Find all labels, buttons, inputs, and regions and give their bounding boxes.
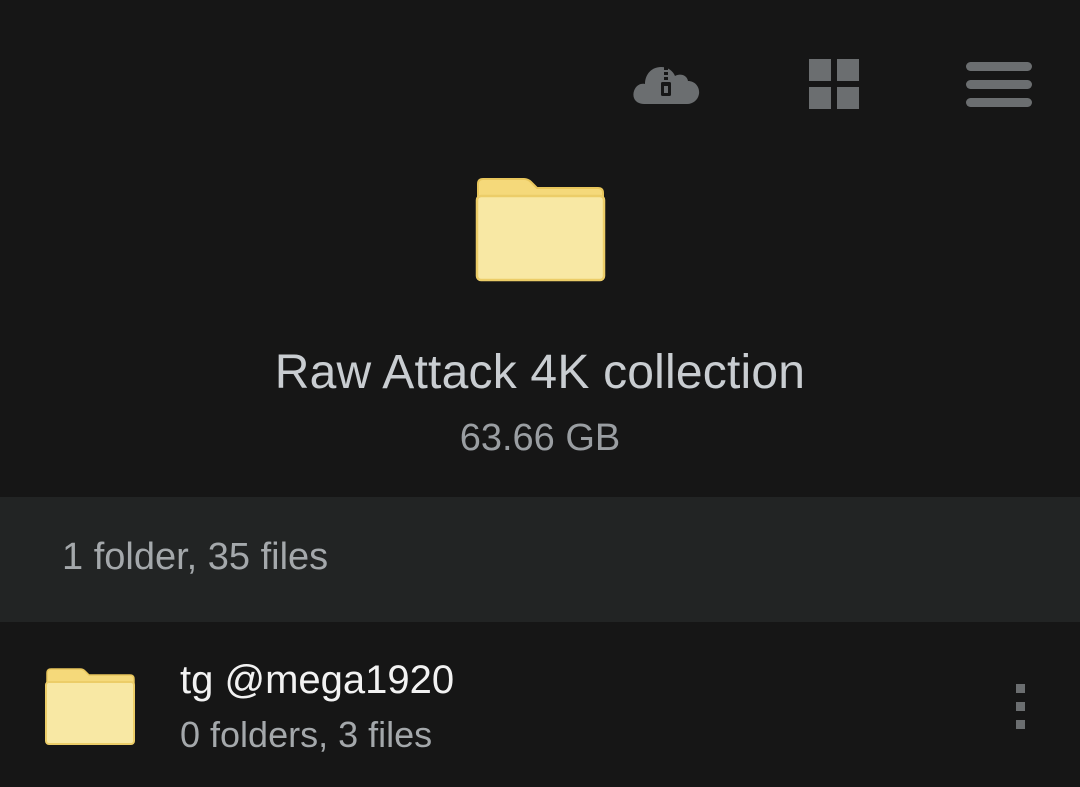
list-item-meta: 0 folders, 3 files	[180, 714, 433, 755]
folder-summary: 1 folder, 35 files	[62, 536, 329, 578]
folder-icon	[475, 178, 606, 282]
more-options-icon[interactable]	[998, 672, 1044, 742]
folder-title: Raw Attack 4K collection	[274, 346, 806, 399]
menu-icon[interactable]	[962, 56, 1038, 112]
folder-summary-bar: 1 folder, 35 files	[0, 497, 1080, 622]
cloud-zip-icon[interactable]	[630, 56, 702, 112]
app-root: Raw Attack 4K collection 63.66 GB 1 fold…	[0, 0, 1080, 787]
list-item[interactable]: tg @mega1920 0 folders, 3 files	[0, 622, 1080, 787]
list-item-name: tg @mega1920	[180, 658, 455, 702]
top-toolbar	[0, 0, 1080, 160]
grid-view-icon[interactable]	[806, 56, 862, 112]
folder-size: 63.66 GB	[459, 417, 621, 459]
folder-icon	[45, 668, 135, 745]
